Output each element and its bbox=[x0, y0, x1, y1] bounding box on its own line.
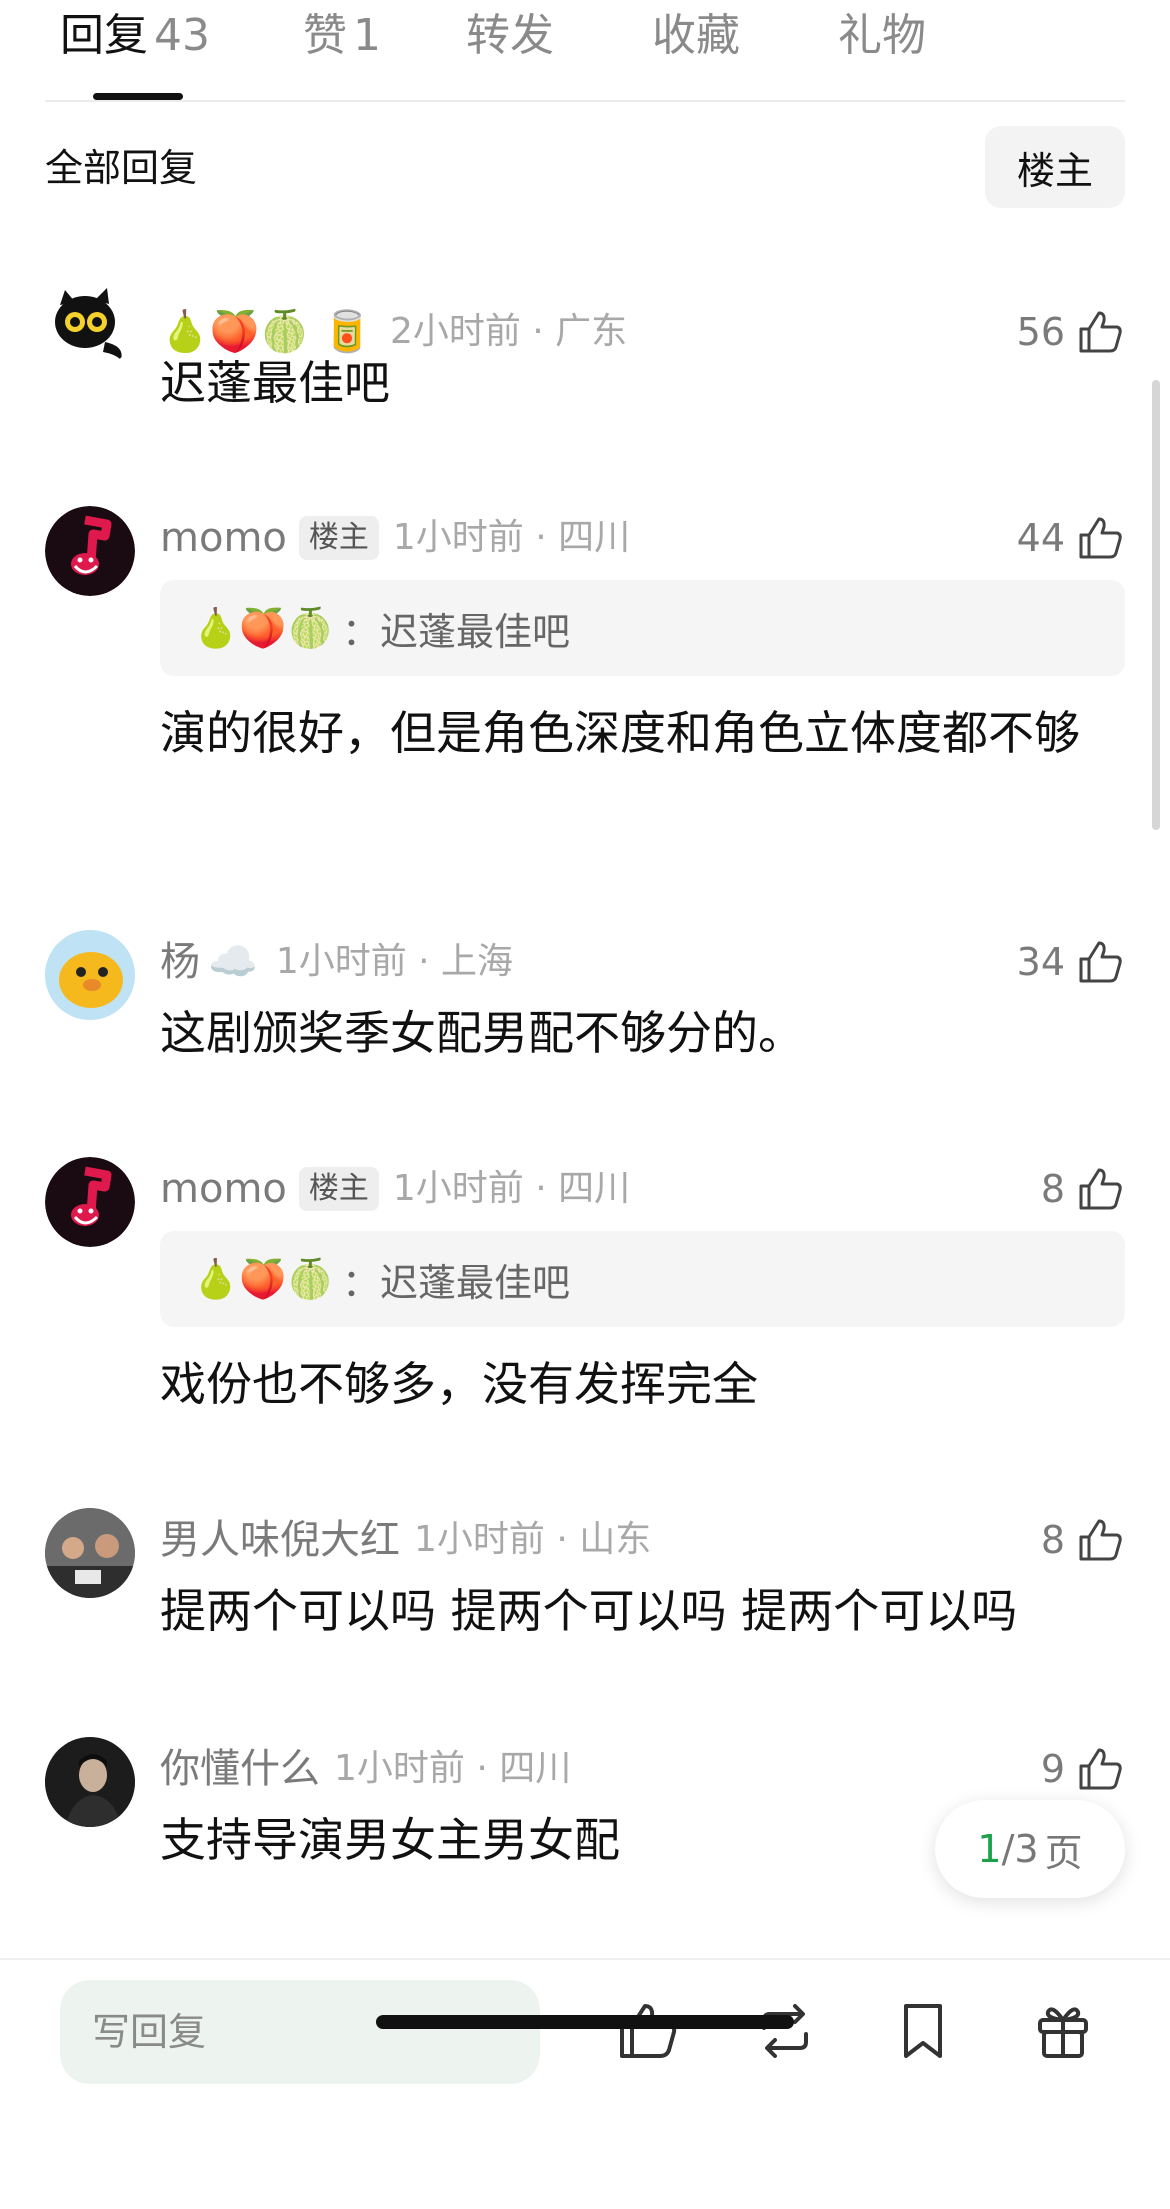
tab-replies[interactable]: 回复 43 bbox=[60, 8, 210, 64]
like-count: 9 bbox=[1040, 1747, 1065, 1791]
comment-meta: momo 楼主 1小时前 · 四川 bbox=[160, 512, 630, 564]
username[interactable]: 你懂什么 bbox=[160, 1743, 320, 1795]
tab-likes-label: 赞 bbox=[303, 10, 347, 61]
tab-replies-label: 回复 bbox=[60, 10, 148, 61]
quoted-reply[interactable]: 🍐🍑🍈 ：迟蓬最佳吧 bbox=[160, 580, 1125, 676]
total-pages: /3 bbox=[1001, 1827, 1039, 1871]
comment-time-location: 1小时前 · 上海 bbox=[275, 941, 514, 982]
gift-icon[interactable] bbox=[1030, 1998, 1096, 2064]
tab-favorites[interactable]: 收藏 bbox=[652, 8, 740, 64]
username[interactable]: 男人味倪大红 bbox=[160, 1514, 400, 1566]
like-button[interactable]: 34 bbox=[1017, 936, 1125, 988]
tab-likes-count: 1 bbox=[353, 10, 381, 61]
username[interactable]: momo bbox=[160, 512, 287, 564]
music-note-avatar-icon bbox=[45, 1157, 135, 1247]
bookmark-icon[interactable] bbox=[890, 1998, 956, 2064]
owner-badge: 楼主 bbox=[298, 516, 379, 560]
comment-text: 提两个可以吗 提两个可以吗 提两个可以吗 bbox=[160, 1584, 1018, 1638]
thumbs-up-icon[interactable] bbox=[614, 1998, 680, 2064]
quoted-reply[interactable]: 🍐🍑🍈 ：迟蓬最佳吧 bbox=[160, 1231, 1125, 1327]
comment-meta: 杨 ☁️ 1小时前 · 上海 bbox=[160, 936, 513, 988]
tab-gifts-label: 礼物 bbox=[838, 10, 926, 61]
username[interactable]: momo bbox=[160, 1163, 287, 1215]
like-button[interactable]: 44 bbox=[1017, 512, 1125, 564]
group-photo-avatar-icon bbox=[45, 1508, 135, 1598]
reply-tabs: 回复 43 赞1 转发 收藏 礼物 bbox=[0, 0, 1170, 102]
comment-text: 这剧颁奖季女配男配不够分的。 bbox=[160, 1006, 804, 1060]
comment-meta: 你懂什么 1小时前 · 四川 bbox=[160, 1743, 571, 1795]
like-count: 34 bbox=[1016, 940, 1065, 984]
owner-only-filter-button[interactable]: 楼主 bbox=[985, 126, 1125, 208]
username[interactable]: 杨 bbox=[160, 936, 200, 988]
tab-favorites-label: 收藏 bbox=[652, 10, 740, 61]
comment-text: 迟蓬最佳吧 bbox=[160, 356, 390, 410]
active-tab-indicator bbox=[93, 93, 183, 100]
avatar[interactable] bbox=[45, 506, 135, 596]
tab-reposts[interactable]: 转发 bbox=[466, 8, 554, 64]
avatar[interactable] bbox=[45, 930, 135, 1020]
bottom-action-bar bbox=[0, 1958, 1170, 2209]
comment-meta: momo 楼主 1小时前 · 四川 bbox=[160, 1163, 630, 1215]
avatar[interactable] bbox=[45, 280, 135, 370]
like-count: 8 bbox=[1040, 1167, 1065, 1211]
thumbs-up-icon bbox=[1079, 941, 1122, 983]
owner-badge: 楼主 bbox=[298, 1167, 379, 1211]
thumbs-up-icon bbox=[1079, 1748, 1122, 1790]
yellow-duck-avatar-icon bbox=[45, 930, 135, 1020]
current-page: 1 bbox=[977, 1827, 1002, 1871]
comment-time-location: 1小时前 · 四川 bbox=[334, 1748, 572, 1789]
thumbs-up-icon bbox=[1079, 1168, 1122, 1210]
like-count: 8 bbox=[1040, 1518, 1065, 1562]
like-button[interactable]: 9 bbox=[1041, 1743, 1125, 1795]
like-button[interactable]: 8 bbox=[1041, 1163, 1125, 1215]
scrollbar[interactable] bbox=[1152, 380, 1160, 830]
avatar[interactable] bbox=[45, 1737, 135, 1827]
comment-time-location: 1小时前 · 四川 bbox=[392, 1168, 631, 1209]
music-note-avatar-icon bbox=[45, 506, 135, 596]
home-indicator bbox=[376, 2015, 794, 2029]
quoted-user-emoji: 🍐🍑🍈 bbox=[192, 1256, 334, 1301]
thumbs-up-icon bbox=[1079, 1519, 1122, 1561]
page-unit: 页 bbox=[1044, 1830, 1083, 1875]
quoted-text: ：迟蓬最佳吧 bbox=[341, 1260, 570, 1305]
comment-time-location: 1小时前 · 山东 bbox=[414, 1519, 652, 1560]
tab-reposts-label: 转发 bbox=[466, 10, 554, 61]
tab-likes[interactable]: 赞1 bbox=[303, 8, 381, 64]
portrait-avatar-icon bbox=[45, 1737, 135, 1827]
quoted-text: ：迟蓬最佳吧 bbox=[341, 609, 570, 654]
thumbs-up-icon bbox=[1079, 517, 1122, 559]
repost-icon[interactable] bbox=[752, 1998, 818, 2064]
pagination-indicator[interactable]: 1/3 页 bbox=[935, 1800, 1125, 1898]
tabs-divider bbox=[45, 100, 1125, 102]
black-cat-avatar-icon bbox=[45, 280, 135, 370]
tab-gifts[interactable]: 礼物 bbox=[838, 8, 926, 64]
all-replies-heading: 全部回复 bbox=[45, 146, 198, 190]
tab-replies-count: 43 bbox=[154, 10, 210, 61]
reply-input[interactable] bbox=[60, 1980, 540, 2084]
comment-text: 演的很好，但是角色深度和角色立体度都不够 bbox=[160, 706, 1080, 760]
cloud-emoji: ☁️ bbox=[208, 939, 258, 985]
avatar[interactable] bbox=[45, 1508, 135, 1598]
like-button[interactable]: 8 bbox=[1041, 1514, 1125, 1566]
comment-time-location: 1小时前 · 四川 bbox=[392, 517, 631, 558]
avatar[interactable] bbox=[45, 1157, 135, 1247]
comment-text: 戏份也不够多，没有发挥完全 bbox=[160, 1357, 758, 1411]
comment-meta: 男人味倪大红 1小时前 · 山东 bbox=[160, 1514, 651, 1566]
like-count: 44 bbox=[1016, 516, 1065, 560]
quoted-user-emoji: 🍐🍑🍈 bbox=[192, 605, 334, 650]
